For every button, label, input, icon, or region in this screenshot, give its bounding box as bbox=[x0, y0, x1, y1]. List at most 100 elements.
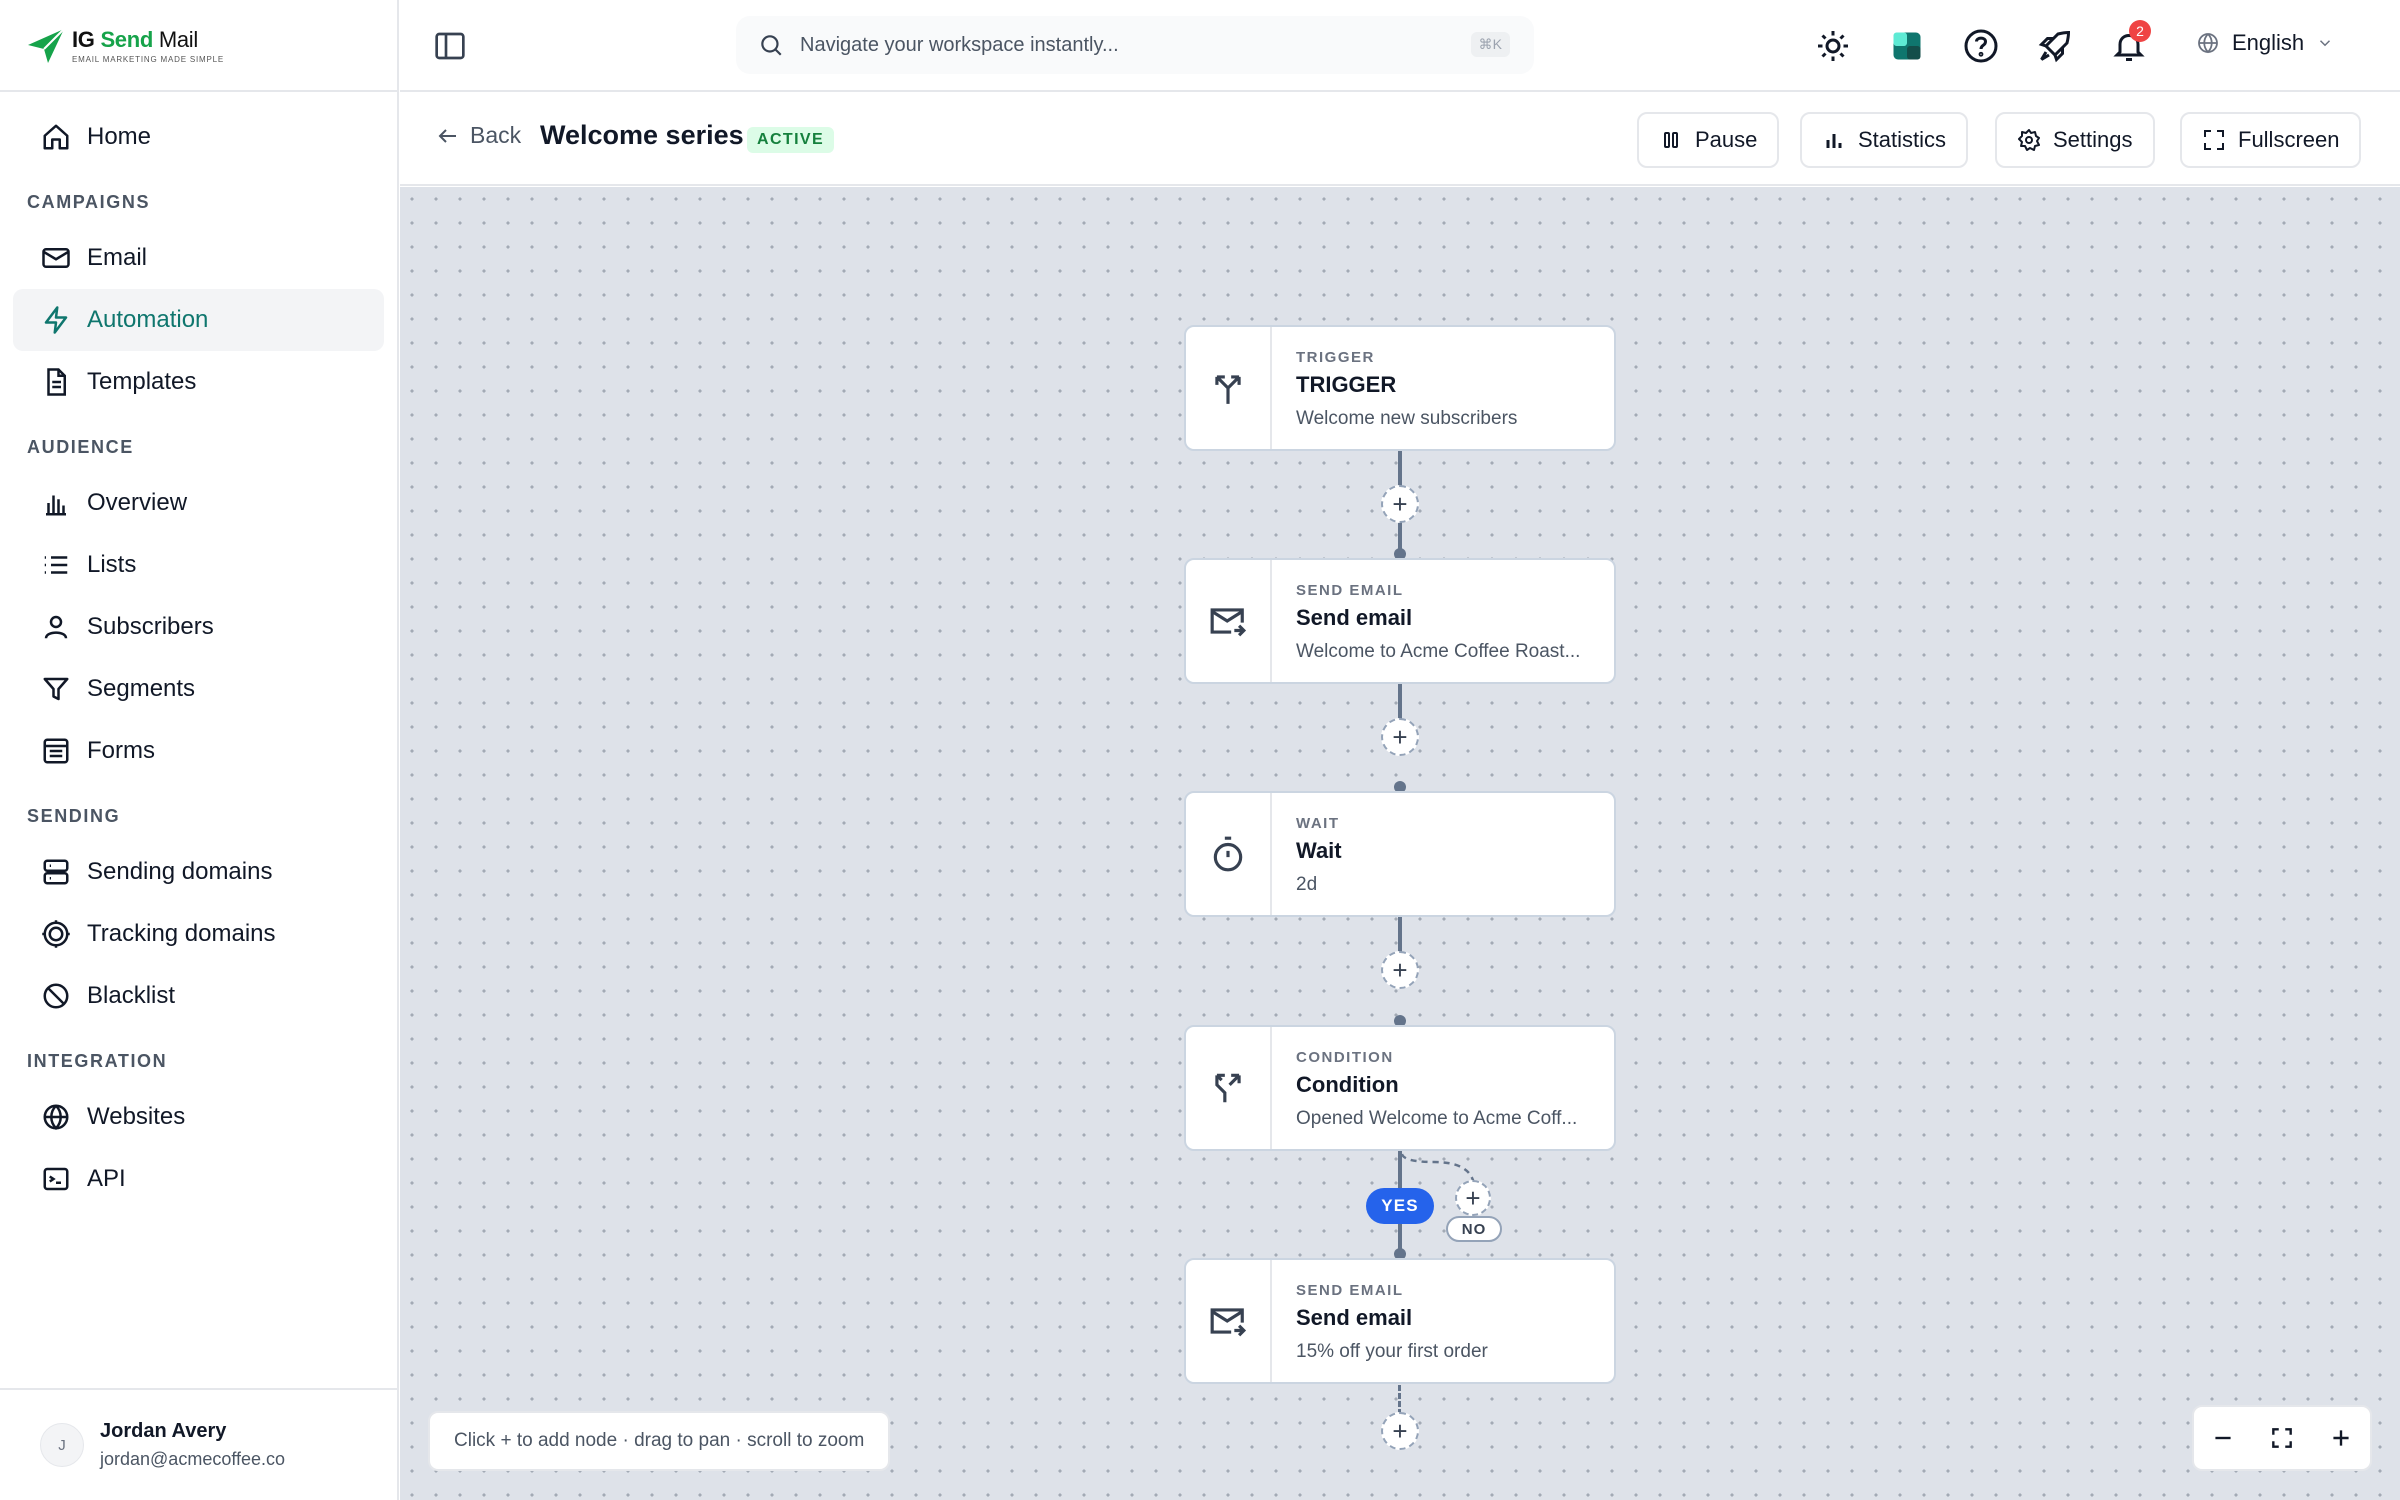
section-campaigns: CAMPAIGNS bbox=[27, 192, 151, 212]
chevron-down-icon bbox=[2320, 40, 2331, 47]
sidebar: IG Send Mail EMAIL MARKETING MADE SIMPLE… bbox=[0, 0, 399, 1500]
node-icon-wrap bbox=[1186, 793, 1272, 915]
bar-chart-icon bbox=[46, 495, 66, 516]
sidebar-item-label: Templates bbox=[87, 368, 197, 395]
target-icon bbox=[42, 920, 70, 948]
sidebar-nav: Home CAMPAIGNS Email Automation Template… bbox=[0, 92, 397, 1210]
list-icon bbox=[44, 556, 68, 574]
launch-button[interactable] bbox=[2037, 28, 2073, 64]
add-node-button[interactable]: + bbox=[1381, 951, 1419, 989]
node-type: SEND EMAIL bbox=[1296, 1282, 1404, 1299]
brand-logo[interactable]: IG Send Mail EMAIL MARKETING MADE SIMPLE bbox=[0, 0, 397, 92]
settings-button[interactable]: Settings bbox=[1995, 112, 2155, 168]
workspace-switcher-button[interactable] bbox=[1889, 28, 1925, 64]
statistics-button[interactable]: Statistics bbox=[1800, 112, 1969, 168]
flow-node-trigger[interactable]: TRIGGER TRIGGER Welcome new subscribers bbox=[1184, 325, 1616, 451]
sidebar-item-templates[interactable]: Templates bbox=[13, 351, 384, 413]
user-name: Jordan Avery bbox=[100, 1420, 227, 1442]
sidebar-item-label: Blacklist bbox=[87, 982, 176, 1009]
pause-label: Pause bbox=[1695, 127, 1758, 152]
node-type: TRIGGER bbox=[1296, 349, 1375, 366]
statistics-label: Statistics bbox=[1858, 127, 1947, 152]
node-title: TRIGGER bbox=[1296, 372, 1397, 397]
language-select[interactable]: English bbox=[2196, 30, 2334, 56]
sidebar-item-label: Home bbox=[87, 123, 152, 150]
user-profile[interactable]: J Jordan Avery jordan@acmecoffee.co bbox=[0, 1388, 397, 1500]
brand-name: IG Send Mail bbox=[72, 26, 198, 52]
section-sending: SENDING bbox=[27, 806, 121, 826]
node-type: SEND EMAIL bbox=[1296, 582, 1404, 599]
fit-view-icon bbox=[2272, 1428, 2292, 1448]
sidebar-item-label: Automation bbox=[87, 306, 209, 333]
sidebar-toggle-icon[interactable] bbox=[434, 30, 466, 62]
node-icon-wrap bbox=[1186, 1260, 1272, 1382]
section-audience: AUDIENCE bbox=[27, 437, 134, 457]
flow-node-send-email[interactable]: SEND EMAIL Send email 15% off your first… bbox=[1184, 1258, 1616, 1384]
flow-node-wait[interactable]: WAIT Wait 2d bbox=[1184, 791, 1616, 917]
sidebar-item-label: Forms bbox=[87, 737, 155, 764]
globe-icon bbox=[2198, 33, 2218, 54]
sidebar-item-blacklist[interactable]: Blacklist bbox=[13, 965, 384, 1027]
sidebar-item-websites[interactable]: Websites bbox=[13, 1086, 384, 1148]
connector-line-dashed bbox=[1398, 1385, 1402, 1415]
add-node-button[interactable]: + bbox=[1381, 485, 1419, 523]
document-icon bbox=[47, 368, 66, 396]
paper-plane-icon bbox=[28, 28, 65, 63]
sidebar-item-sending-domains[interactable]: Sending domains bbox=[13, 841, 384, 903]
globe-icon bbox=[43, 1104, 69, 1131]
sidebar-item-forms[interactable]: Forms bbox=[13, 720, 384, 782]
help-circle-icon bbox=[1964, 29, 1998, 63]
add-node-button[interactable]: + bbox=[1381, 1412, 1419, 1450]
theme-toggle-button[interactable] bbox=[1815, 28, 1851, 64]
page-title: Welcome series bbox=[540, 120, 744, 150]
sidebar-item-email[interactable]: Email bbox=[13, 227, 384, 289]
sidebar-item-label: Websites bbox=[87, 1103, 186, 1130]
flow-node-send-email[interactable]: SEND EMAIL Send email Welcome to Acme Co… bbox=[1184, 558, 1616, 684]
sidebar-item-automation[interactable]: Automation bbox=[13, 289, 384, 351]
sidebar-item-lists[interactable]: Lists bbox=[13, 534, 384, 596]
timer-icon bbox=[1213, 836, 1243, 872]
home-icon bbox=[43, 124, 69, 150]
fit-view-button[interactable] bbox=[2262, 1418, 2302, 1458]
add-no-branch-button[interactable]: + bbox=[1455, 1180, 1491, 1216]
section-integration: INTEGRATION bbox=[27, 1051, 168, 1071]
zoom-controls bbox=[2192, 1405, 2372, 1471]
form-icon bbox=[43, 738, 69, 764]
mail-icon bbox=[42, 248, 70, 268]
sidebar-item-label: API bbox=[87, 1165, 126, 1192]
sidebar-item-api[interactable]: API bbox=[13, 1148, 384, 1210]
sidebar-item-label: Lists bbox=[87, 551, 137, 578]
node-title: Send email bbox=[1296, 605, 1413, 630]
sidebar-item-label: Sending domains bbox=[87, 858, 273, 885]
back-button[interactable]: Back bbox=[436, 122, 521, 149]
sidebar-item-segments[interactable]: Segments bbox=[13, 658, 384, 720]
pause-button[interactable]: Pause bbox=[1637, 112, 1780, 168]
fullscreen-button[interactable]: Fullscreen bbox=[2180, 112, 2362, 168]
sidebar-item-home[interactable]: Home bbox=[13, 106, 384, 168]
split-arrows-icon bbox=[1215, 375, 1241, 404]
node-title: Wait bbox=[1296, 838, 1342, 863]
add-node-button[interactable]: + bbox=[1381, 718, 1419, 756]
back-label: Back bbox=[470, 122, 522, 148]
zoom-in-button[interactable] bbox=[2321, 1418, 2361, 1458]
sidebar-item-subscribers[interactable]: Subscribers bbox=[13, 596, 384, 658]
sidebar-item-tracking-domains[interactable]: Tracking domains bbox=[13, 903, 384, 965]
brand-tagline: EMAIL MARKETING MADE SIMPLE bbox=[72, 54, 224, 64]
canvas-hint: Click + to add node · drag to pan · scro… bbox=[428, 1411, 891, 1471]
node-description: Opened Welcome to Acme Coff... bbox=[1296, 1108, 1578, 1129]
node-description: 2d bbox=[1296, 874, 1318, 895]
notifications-button[interactable]: 2 bbox=[2111, 20, 2151, 64]
sidebar-item-overview[interactable]: Overview bbox=[13, 472, 384, 534]
search-placeholder: Navigate your workspace instantly... bbox=[800, 33, 1119, 56]
minus-icon bbox=[2215, 1436, 2231, 1440]
search-input[interactable]: Navigate your workspace instantly... ⌘K bbox=[736, 16, 1534, 74]
flow-canvas[interactable]: TRIGGER TRIGGER Welcome new subscribers … bbox=[400, 187, 2400, 1500]
search-icon bbox=[761, 35, 782, 56]
sidebar-item-label: Tracking domains bbox=[87, 920, 276, 947]
zoom-out-button[interactable] bbox=[2203, 1418, 2243, 1458]
help-button[interactable] bbox=[1963, 28, 1999, 64]
node-description: 15% off your first order bbox=[1296, 1341, 1488, 1362]
ban-icon bbox=[43, 983, 69, 1009]
flow-node-condition[interactable]: CONDITION Condition Opened Welcome to Ac… bbox=[1184, 1025, 1616, 1151]
node-icon-wrap bbox=[1186, 1027, 1272, 1149]
